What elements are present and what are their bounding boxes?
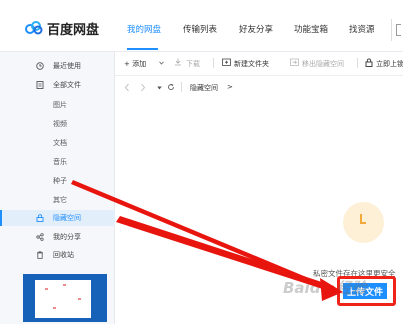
cloud-logo-icon (25, 21, 43, 35)
share-icon (36, 233, 44, 241)
tab-find-resources[interactable]: 找资源 (349, 23, 375, 35)
refresh-icon[interactable] (167, 83, 175, 91)
download-button[interactable]: 下载 (186, 59, 200, 69)
promo-dot (63, 284, 66, 286)
clock-icon (36, 62, 44, 70)
sidebar-item-label: 最近使用 (53, 62, 81, 70)
toolbar-separator (213, 58, 214, 68)
back-arrow-icon[interactable] (124, 83, 130, 92)
history-dropdown-icon[interactable] (157, 86, 162, 90)
active-tab-indicator (127, 48, 158, 50)
lock-icon (365, 58, 373, 67)
file-icon (36, 81, 44, 89)
tab-function-box[interactable]: 功能宝箱 (294, 23, 328, 35)
new-folder-icon (222, 58, 231, 66)
sidebar-item-label: 全部文件 (53, 81, 81, 89)
sidebar-item-recycle-bin[interactable]: 回收站 (0, 247, 115, 263)
sidebar-item-hidden-space[interactable]: 隐藏空间 (0, 210, 115, 226)
sidebar-sub-videos[interactable]: 视频 (53, 119, 67, 129)
sidebar-sub-other[interactable]: 其它 (53, 195, 67, 205)
breadcrumb-separator: > (227, 83, 233, 91)
promo-dot (45, 288, 48, 290)
sidebar-item-label: 回收站 (53, 251, 74, 259)
header-edge-icon[interactable] (396, 24, 401, 36)
sidebar-sub-torrents[interactable]: 种子 (53, 176, 67, 186)
toolbar-separator (357, 58, 358, 68)
sidebar-sub-images[interactable]: 图片 (53, 100, 67, 110)
breadcrumb-current[interactable]: 隐藏空间 (190, 83, 218, 93)
watermark: Baidu 经验 (283, 279, 367, 297)
sidebar-item-recent[interactable]: 最近使用 (0, 58, 115, 74)
promo-dot (53, 307, 56, 309)
move-out-button[interactable]: 移出隐藏空间 (302, 59, 344, 69)
trash-icon (37, 251, 43, 259)
sidebar-item-label: 我的分享 (53, 233, 81, 241)
promo-dot (78, 298, 81, 300)
forward-arrow-icon[interactable] (140, 83, 146, 92)
chevron-down-icon (159, 61, 164, 65)
sidebar-item-my-share[interactable]: 我的分享 (0, 229, 115, 245)
app-logo[interactable]: 百度网盘 (25, 20, 100, 38)
new-folder-button[interactable]: 新建文件夹 (234, 59, 269, 69)
download-icon (175, 58, 181, 66)
sidebar-item-all-files[interactable]: 全部文件 (0, 77, 115, 93)
path-divider (181, 82, 182, 92)
sidebar-sub-docs[interactable]: 文档 (53, 138, 67, 148)
app-name: 百度网盘 (47, 22, 100, 38)
sidebar-sub-music[interactable]: 音乐 (53, 157, 67, 167)
lock-now-button[interactable]: 立即上锁 (376, 59, 403, 69)
move-out-icon (290, 58, 299, 66)
tab-my-disk[interactable]: 我的网盘 (127, 23, 161, 35)
lock-icon (36, 214, 44, 222)
clock-mark-icon (360, 214, 366, 224)
sidebar-item-label: 隐藏空间 (53, 214, 81, 222)
promo-thumbnail[interactable] (23, 274, 107, 322)
tab-transfer-list[interactable]: 传输列表 (183, 23, 217, 35)
tab-friend-share[interactable]: 好友分享 (239, 23, 273, 35)
add-button[interactable]: + 添加 (124, 59, 146, 69)
